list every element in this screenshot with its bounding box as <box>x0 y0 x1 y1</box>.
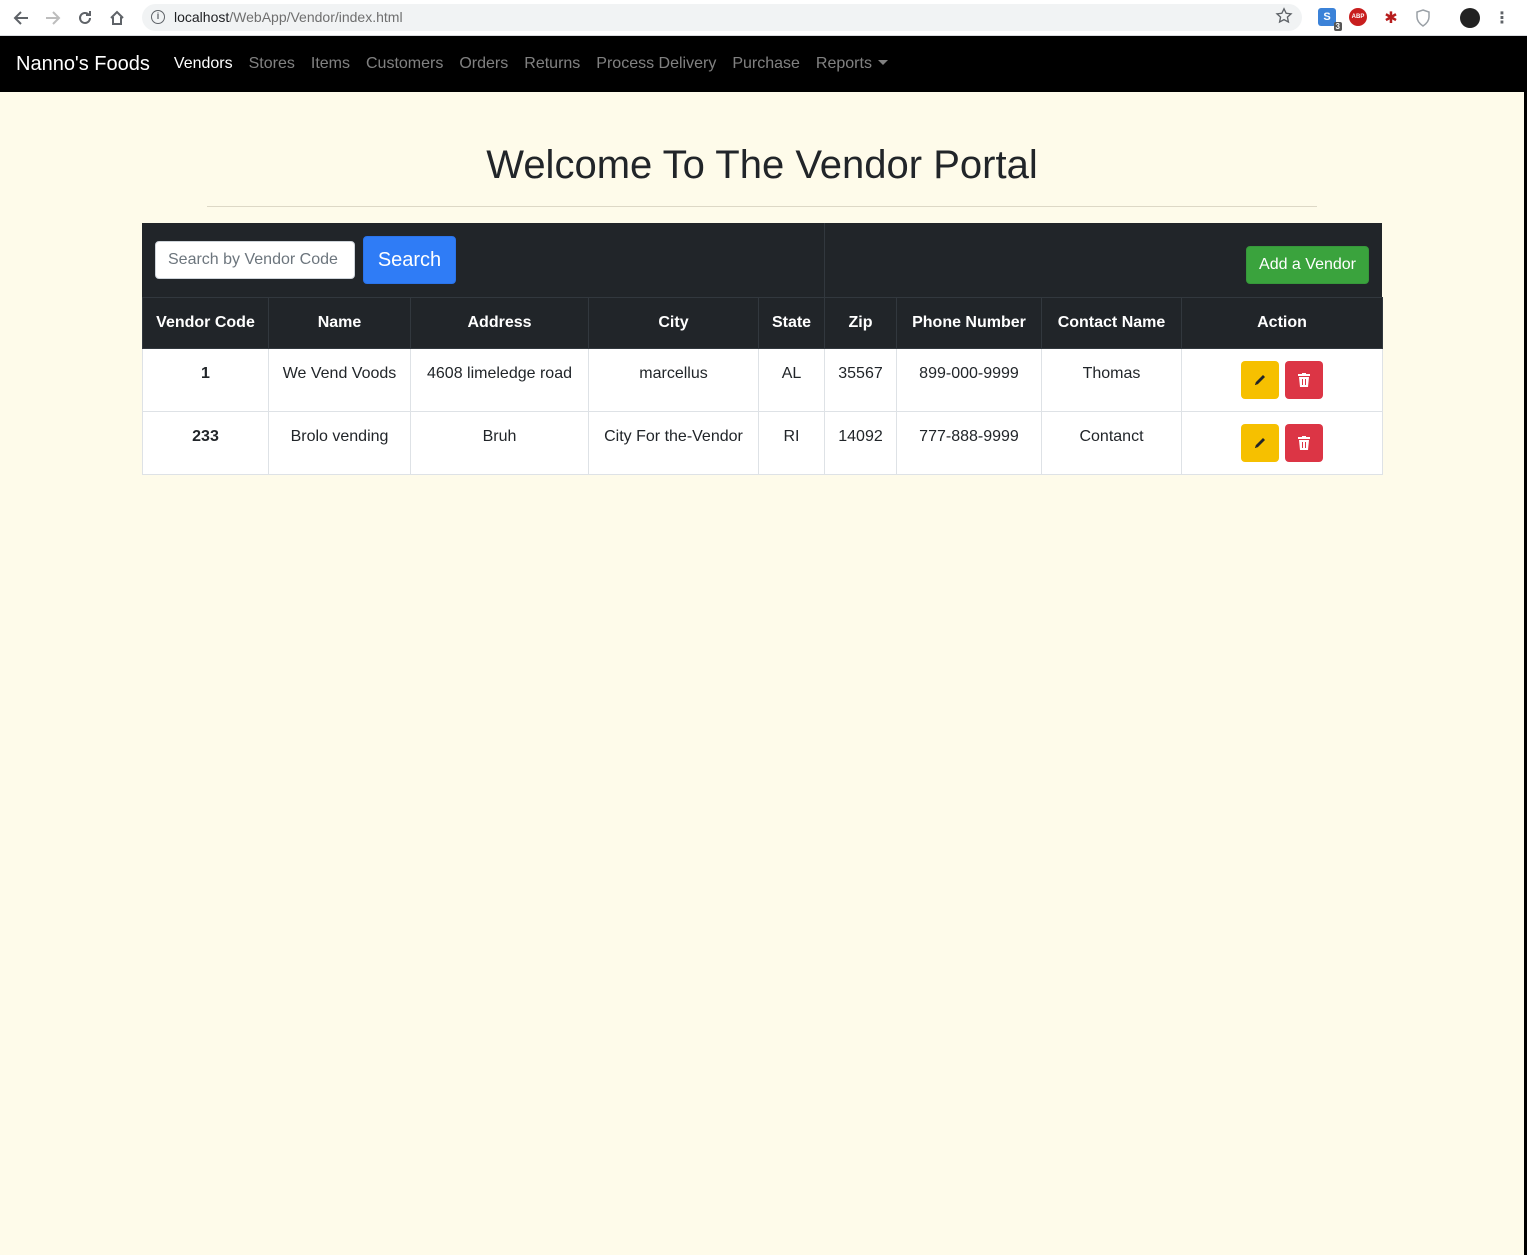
toolbar-divider <box>824 223 825 297</box>
table-row: 1 We Vend Voods 4608 limeledge road marc… <box>142 348 1383 412</box>
title-divider <box>207 206 1317 207</box>
brand-logo[interactable]: Nanno's Foods <box>16 53 150 76</box>
header-city: City <box>588 297 759 349</box>
delete-button[interactable] <box>1285 424 1324 462</box>
cell-action <box>1181 411 1383 475</box>
header-vendor-code: Vendor Code <box>142 297 269 349</box>
profile-avatar[interactable] <box>1460 8 1480 28</box>
cell-vendor-code: 233 <box>142 411 269 475</box>
header-address: Address <box>410 297 589 349</box>
cell-state: RI <box>758 411 825 475</box>
app-navbar: Nanno's Foods Vendors Stores Items Custo… <box>0 36 1524 92</box>
search-input[interactable] <box>155 241 355 279</box>
caret-down-icon <box>877 60 888 65</box>
cell-name: Brolo vending <box>268 411 411 475</box>
header-contact: Contact Name <box>1041 297 1182 349</box>
vendor-table-container: Search Add a Vendor Vendor Code Name Add… <box>142 223 1383 475</box>
reload-icon[interactable] <box>73 6 97 30</box>
nav-reports-label: Reports <box>815 55 872 72</box>
cell-vendor-code: 1 <box>142 348 269 412</box>
nav-stores[interactable]: Stores <box>241 55 303 73</box>
nav-reports-dropdown[interactable]: Reports <box>808 55 896 73</box>
cell-address: Bruh <box>410 411 589 475</box>
pencil-icon <box>1254 438 1265 448</box>
header-phone: Phone Number <box>896 297 1042 349</box>
trash-icon <box>1298 436 1311 450</box>
table-row: 233 Brolo vending Bruh City For the-Vend… <box>142 411 1383 475</box>
extension-s-icon[interactable]: S3 <box>1318 8 1342 31</box>
cell-contact: Contanct <box>1041 411 1182 475</box>
delete-button[interactable] <box>1285 361 1324 399</box>
trash-icon <box>1298 373 1311 387</box>
browser-toolbar: i localhost/WebApp/Vendor/index.html S3 … <box>0 0 1527 36</box>
nav-orders[interactable]: Orders <box>451 55 516 73</box>
vendor-table: Vendor Code Name Address City State Zip … <box>142 297 1383 475</box>
cell-city: marcellus <box>588 348 759 412</box>
url-text: localhost/WebApp/Vendor/index.html <box>174 9 403 25</box>
add-vendor-button[interactable]: Add a Vendor <box>1246 246 1369 284</box>
cell-address: 4608 limeledge road <box>410 348 589 412</box>
cell-zip: 14092 <box>824 411 897 475</box>
header-name: Name <box>268 297 411 349</box>
bookmark-star-icon[interactable] <box>1275 7 1293 30</box>
nav-returns[interactable]: Returns <box>516 55 588 73</box>
bug-extension-icon[interactable]: ✱ <box>1381 8 1401 28</box>
address-bar[interactable]: i localhost/WebApp/Vendor/index.html <box>142 4 1302 31</box>
cell-zip: 35567 <box>824 348 897 412</box>
cell-contact: Thomas <box>1041 348 1182 412</box>
cell-name: We Vend Voods <box>268 348 411 412</box>
back-arrow-icon[interactable] <box>9 6 33 30</box>
adblock-icon[interactable]: ABP <box>1349 8 1367 26</box>
table-header-row: Vendor Code Name Address City State Zip … <box>142 297 1383 349</box>
home-icon[interactable] <box>105 6 129 30</box>
cell-city: City For the-Vendor <box>588 411 759 475</box>
info-icon[interactable]: i <box>151 10 165 24</box>
cell-state: AL <box>758 348 825 412</box>
header-state: State <box>758 297 825 349</box>
forward-arrow-icon[interactable] <box>41 6 65 30</box>
search-button[interactable]: Search <box>363 236 456 284</box>
table-toolbar: Search Add a Vendor <box>142 223 1382 297</box>
shield-icon[interactable] <box>1413 8 1433 28</box>
edit-button[interactable] <box>1240 361 1279 399</box>
nav-vendors[interactable]: Vendors <box>166 55 241 73</box>
cell-phone: 899-000-9999 <box>896 348 1042 412</box>
nav-items[interactable]: Items <box>303 55 358 73</box>
kebab-menu-icon[interactable]: ⋮ <box>1492 8 1512 28</box>
page-title: Welcome To The Vendor Portal <box>486 143 1038 187</box>
pencil-icon <box>1254 375 1265 385</box>
header-action: Action <box>1181 297 1383 349</box>
header-zip: Zip <box>824 297 897 349</box>
cell-action <box>1181 348 1383 412</box>
cell-phone: 777-888-9999 <box>896 411 1042 475</box>
nav-process-delivery[interactable]: Process Delivery <box>588 55 724 73</box>
edit-button[interactable] <box>1240 424 1279 462</box>
nav-customers[interactable]: Customers <box>358 55 451 73</box>
nav-purchase[interactable]: Purchase <box>724 55 808 73</box>
